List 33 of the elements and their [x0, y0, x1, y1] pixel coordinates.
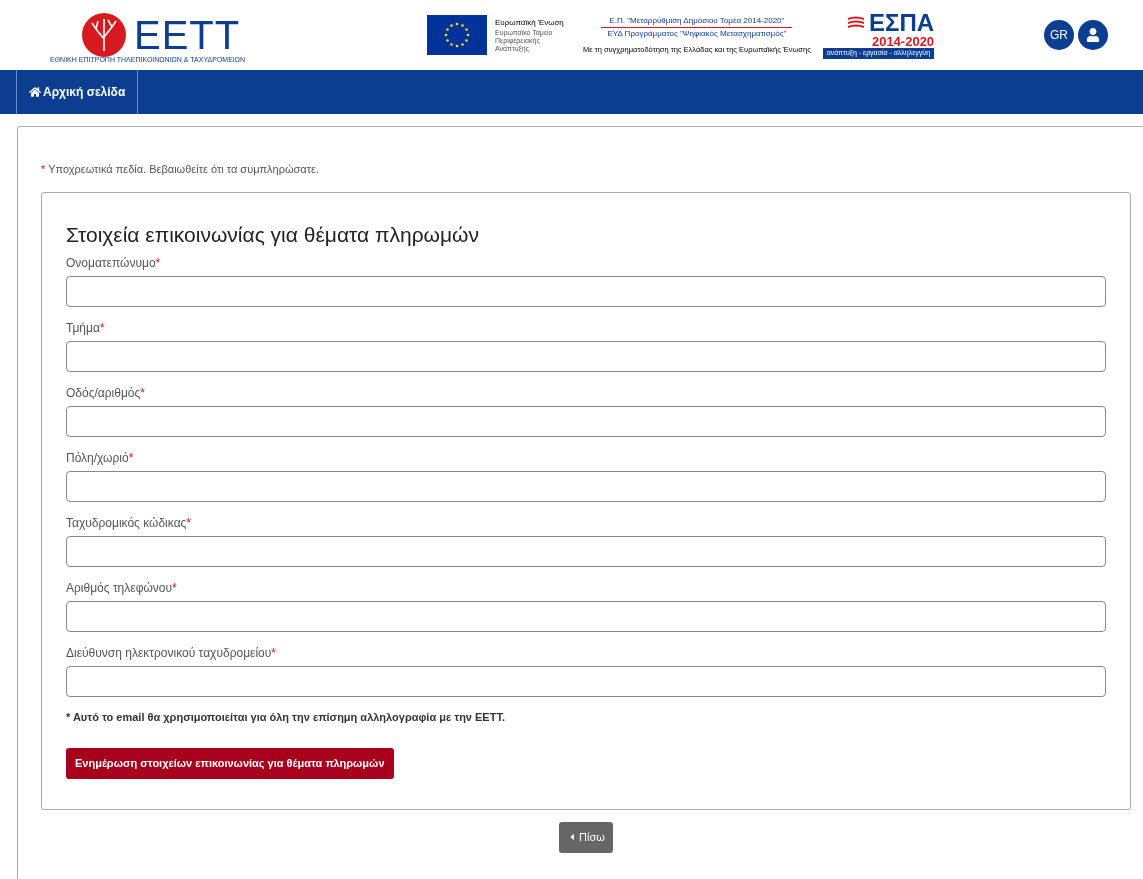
text-field[interactable]: [66, 276, 1106, 307]
text-field[interactable]: [66, 341, 1106, 372]
eu-title: Ευρωπαϊκή Ένωση: [495, 17, 565, 29]
home-link[interactable]: Αρχική σελίδα: [16, 70, 139, 114]
field-label: Οδός/αριθμός*: [66, 385, 145, 402]
user-icon: [1086, 28, 1100, 42]
form-title: Στοιχεία επικοινωνίας για θέματα πληρωμών: [66, 221, 480, 248]
field-label: Πόλη/χωριό*: [66, 450, 134, 467]
required-note: * Υποχρεωτικά πεδία. Βεβαιωθείτε ότι τα συμπληρώσατε.: [41, 162, 320, 177]
waves-icon: [847, 16, 865, 31]
email-note: * Αυτό το email θα χρησιμοποιείται για όλη την επίσημη αλληλογραφία με την ΕΕΤΤ.: [66, 710, 506, 725]
eu-flag-icon: [427, 15, 487, 55]
field-label: Διεύθυνση ηλεκτρονικού ταχυδρομείου*: [66, 645, 276, 662]
language-button[interactable]: GR: [1044, 20, 1074, 50]
field-label: Αριθμός τηλεφώνου*: [66, 580, 177, 597]
text-field[interactable]: [66, 536, 1106, 567]
text-field[interactable]: [66, 601, 1106, 632]
text-field[interactable]: [66, 471, 1106, 502]
program-subtitle: ΕΥΔ Προγράμματος "Ψηφιακός Μετασχηματισμός": [607, 27, 787, 40]
espa-years: 2014-2020: [871, 35, 935, 49]
home-icon: [29, 86, 41, 98]
program-title: Ε.Π. "Μεταρρύθμιση Δημόσιου Τομέα 2014-2020": [601, 14, 793, 28]
user-button[interactable]: [1078, 20, 1108, 50]
field-label: Ταχυδρομικός κώδικας*: [66, 515, 192, 532]
text-field[interactable]: [66, 406, 1106, 437]
text-field[interactable]: [66, 666, 1106, 697]
back-button[interactable]: Πίσω: [559, 821, 613, 853]
logo-wordmark: ΕΕΤΤ: [134, 15, 241, 55]
field-label: Ονοματεπώνυμο*: [66, 255, 161, 272]
tree-logo-icon: [82, 13, 126, 57]
espa-title: ΕΣΠΑ: [869, 11, 935, 36]
update-button[interactable]: Ενημέρωση στοιχείων επικοινωνίας για θέματα πληρωμών: [66, 747, 394, 779]
field-label: Τμήμα*: [66, 320, 105, 337]
